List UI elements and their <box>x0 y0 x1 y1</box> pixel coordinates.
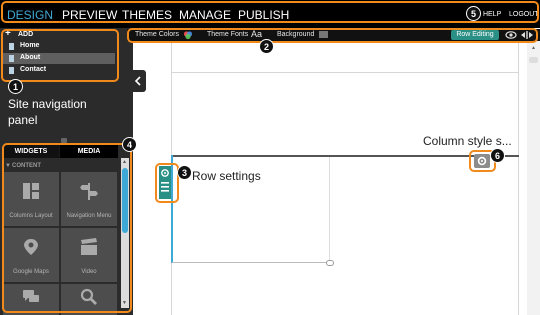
badge-1: 1 <box>8 79 23 94</box>
callout-navigation-panel <box>1 29 119 82</box>
column-resize-handle[interactable] <box>326 260 334 266</box>
badge-6: 6 <box>490 148 505 163</box>
badge-3: 3 <box>177 165 192 180</box>
column-style-label: Column style s... <box>423 134 512 148</box>
row-top-border <box>172 155 519 157</box>
callout-row-settings <box>155 163 179 203</box>
callout-toolbar <box>127 28 538 43</box>
canvas-scrollbar-track[interactable]: ▲ <box>527 41 540 315</box>
badge-4: 4 <box>122 137 137 152</box>
badge-2: 2 <box>259 39 274 54</box>
collapse-panel-button[interactable] <box>130 70 146 92</box>
chevron-left-icon <box>134 76 141 86</box>
site-navigation-annotation: Site navigation panel <box>8 97 87 127</box>
callout-top-nav <box>1 1 539 23</box>
canvas-scrollbar-thumb[interactable] <box>529 57 538 63</box>
badge-5: 5 <box>466 6 481 21</box>
page-guide-right <box>518 41 519 315</box>
page-guide-top <box>171 72 519 73</box>
callout-widgets-panel <box>2 143 132 313</box>
scroll-up-arrow-icon[interactable]: ▲ <box>531 45 536 51</box>
column-divider[interactable] <box>329 157 330 262</box>
row-settings-label: Row settings <box>192 169 261 183</box>
column-bottom-border <box>172 262 330 263</box>
